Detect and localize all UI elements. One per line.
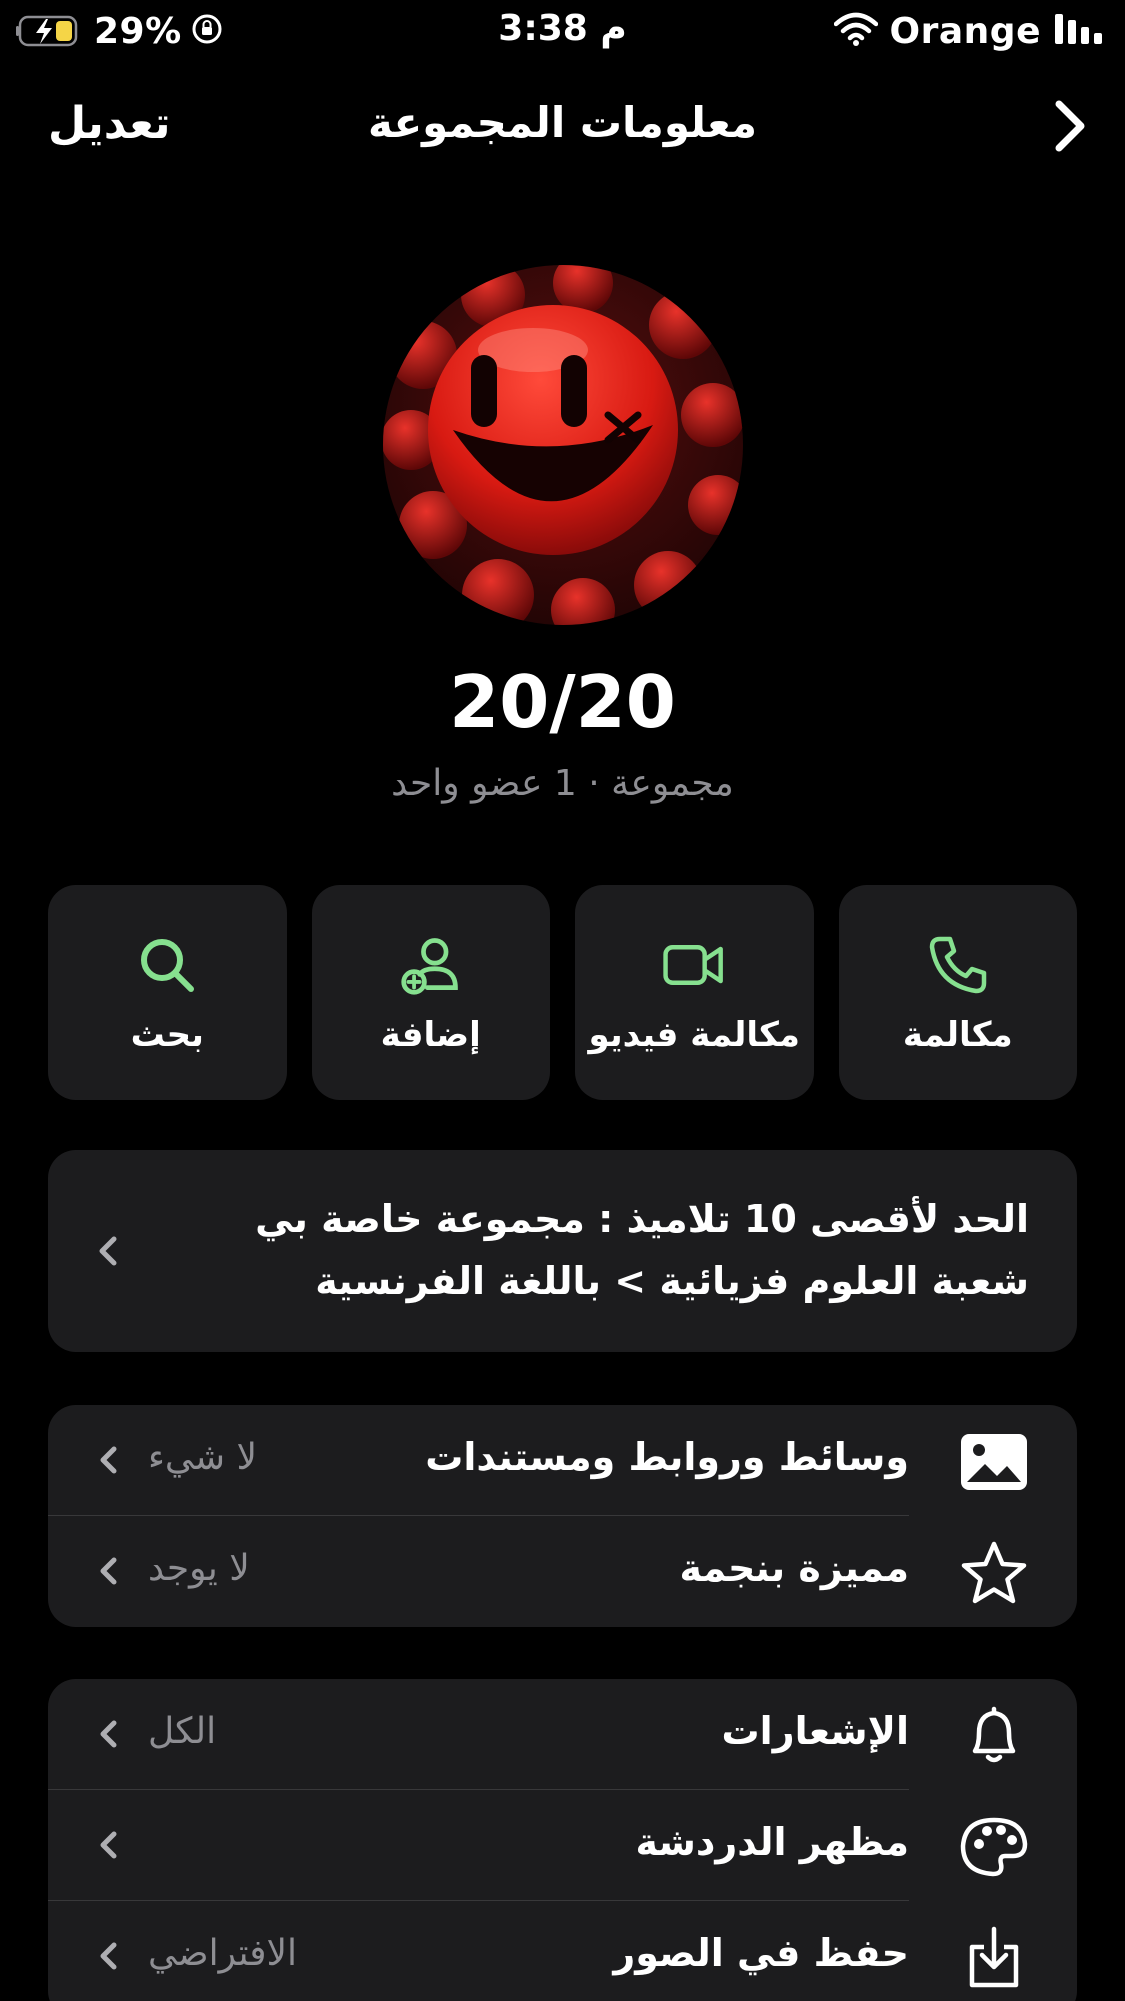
notifications-label: الإشعارات [721,1709,910,1753]
description-text: الحد لأقصى 10 تلاميذ : مجموعة خاصة بي شع… [255,1197,1029,1303]
bell-icon [959,1701,1029,1771]
wifi-icon [833,12,878,50]
settings-card: الإشعارات الكل مظهر الدردشة حفظ في الصور… [48,1679,1077,2001]
notifications-value: الكل [148,1711,217,1752]
add-member-button[interactable]: إضافة [311,885,550,1100]
group-info-screen: 29% 3:38 م Orange تعديل معلومات المجموعة… [0,0,1125,2001]
back-chevron-icon[interactable] [1041,94,1101,158]
photo-icon [959,1427,1029,1497]
video-icon [662,933,726,997]
chevron-left-icon [94,1233,122,1269]
group-avatar[interactable] [383,265,743,625]
navigation-bar: تعديل معلومات المجموعة [0,80,1125,170]
starred-label: مميزة بنجمة [679,1546,909,1590]
page-title: معلومات المجموعة [367,98,758,147]
phone-icon [926,933,990,997]
media-card: وسائط وروابط ومستندات لا شيء مميزة بنجمة… [48,1405,1077,1627]
chevron-left-icon [96,1828,122,1862]
media-links-docs-row[interactable]: وسائط وروابط ومستندات لا شيء [48,1405,1077,1516]
search-icon [135,933,199,997]
call-label: مكالمة [902,1015,1013,1055]
save-to-photos-label: حفظ في الصور [613,1931,909,1975]
signal-icon [1053,12,1107,50]
voice-call-button[interactable]: مكالمة [838,885,1077,1100]
notifications-row[interactable]: الإشعارات الكل [48,1679,1077,1790]
video-call-button[interactable]: مكالمة فيديو [575,885,814,1100]
group-description[interactable]: الحد لأقصى 10 تلاميذ : مجموعة خاصة بي شع… [48,1150,1077,1352]
chevron-left-icon [96,1939,122,1973]
chat-theme-row[interactable]: مظهر الدردشة [48,1790,1077,1901]
chevron-left-icon [96,1554,122,1588]
chat-theme-label: مظهر الدردشة [635,1820,909,1864]
starred-value: لا يوجد [148,1548,250,1589]
chevron-left-icon [96,1443,122,1477]
group-name: 20/20 [449,660,676,744]
media-value: لا شيء [148,1437,258,1478]
save-download-icon [959,1923,1029,1993]
starred-row[interactable]: مميزة بنجمة لا يوجد [48,1516,1077,1627]
group-subtitle: مجموعة · 1 عضو واحد [391,763,734,804]
chevron-left-icon [96,1717,122,1751]
quick-actions: بحث إضافة مكالمة فيديو مكالمة [48,885,1077,1100]
status-bar: 29% 3:38 م Orange [0,0,1125,62]
palette-icon [959,1812,1029,1882]
search-label: بحث [130,1015,204,1055]
save-to-photos-row[interactable]: حفظ في الصور الافتراضي [48,1901,1077,2001]
status-right: Orange [833,10,1107,52]
star-icon [959,1538,1029,1608]
video-call-label: مكالمة فيديو [588,1015,800,1055]
search-button[interactable]: بحث [48,885,287,1100]
carrier-name: Orange [889,10,1041,52]
media-label: وسائط وروابط ومستندات [425,1435,909,1479]
add-label: إضافة [380,1015,481,1055]
save-to-photos-value: الافتراضي [148,1933,298,1974]
add-user-icon [399,933,463,997]
